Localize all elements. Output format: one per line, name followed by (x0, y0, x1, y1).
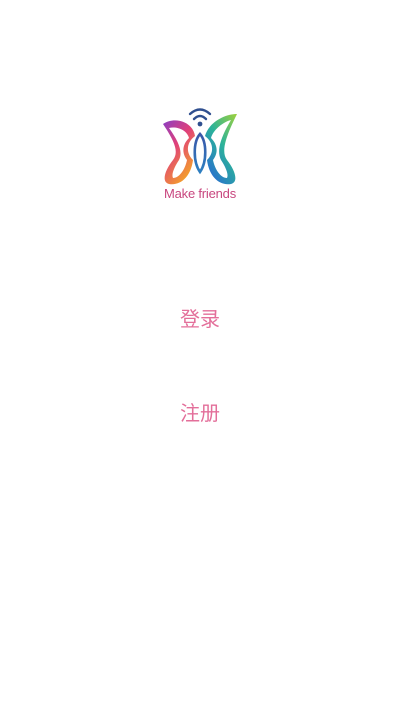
login-button[interactable]: 登录 (140, 301, 260, 337)
app-logo: Make friends (150, 100, 250, 210)
register-button[interactable]: 注册 (140, 395, 260, 431)
brand-tagline: Make friends (163, 186, 237, 201)
butterfly-wifi-logo-icon (163, 108, 237, 185)
